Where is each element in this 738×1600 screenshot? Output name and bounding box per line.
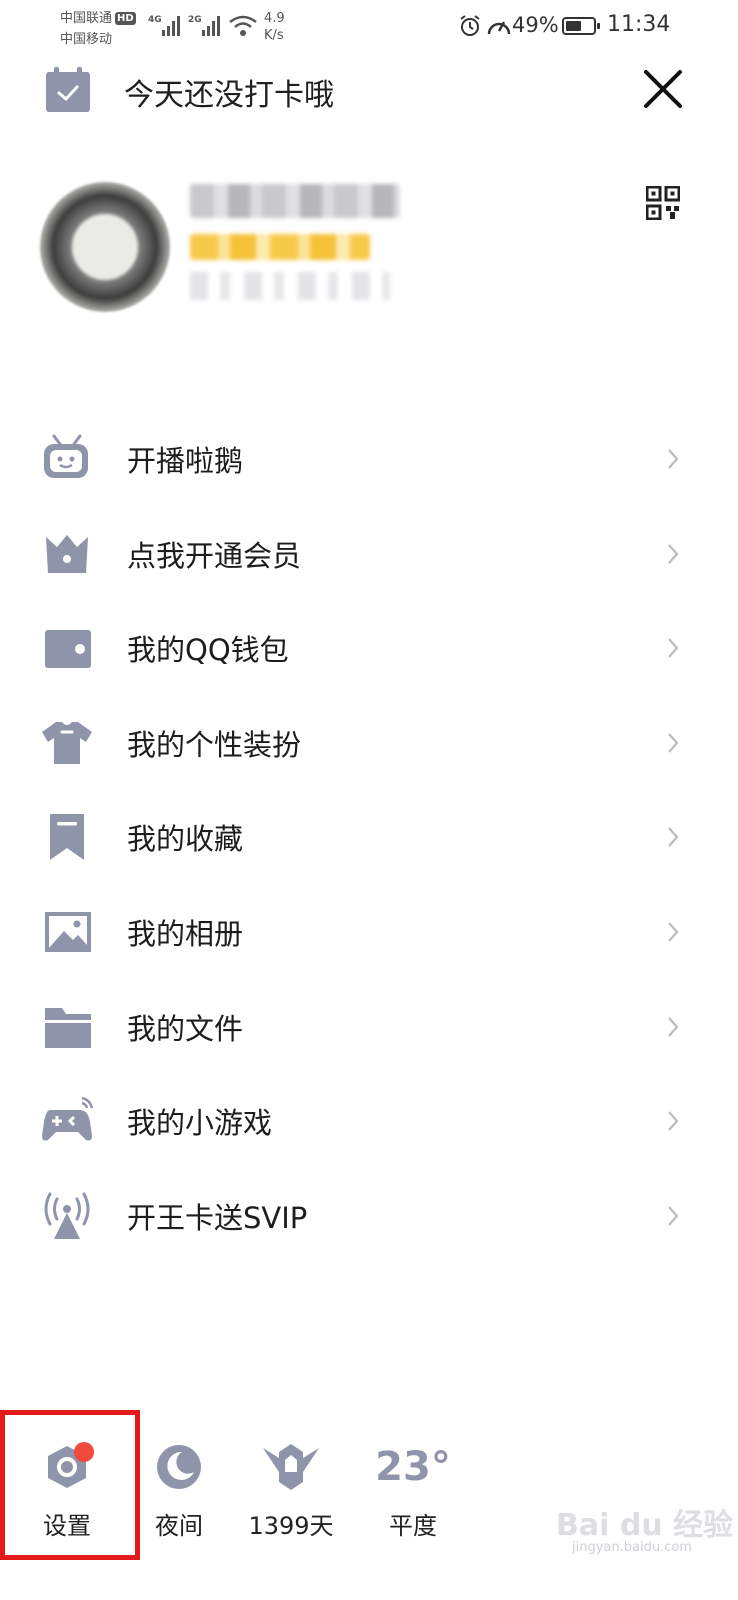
menu-item-album[interactable]: 我的相册 <box>0 885 738 980</box>
username-blurred[interactable] <box>190 184 400 218</box>
close-icon[interactable] <box>640 66 686 112</box>
weather-button[interactable]: 23° 平度 <box>358 1440 468 1560</box>
battery-fill <box>566 21 581 31</box>
menu-label: 我的个性装扮 <box>127 727 302 762</box>
moon-icon <box>157 1445 201 1489</box>
menu-label: 开播啦鹅 <box>127 444 244 478</box>
network-speed: 4.9 K/s <box>264 10 285 44</box>
wifi-icon <box>229 15 257 36</box>
chevron-right-icon <box>668 543 679 564</box>
calendar-check-icon[interactable] <box>44 66 92 114</box>
qq-age-label: 1399天 <box>248 1512 334 1540</box>
folder-icon <box>45 1007 91 1048</box>
watermark-logo: Bai du 经验 <box>556 1508 734 1543</box>
tv-robot-icon <box>44 434 88 478</box>
qr-code-icon[interactable] <box>646 186 680 220</box>
checkin-status-text[interactable]: 今天还没打卡哦 <box>124 70 334 114</box>
net-label-1: 4G <box>148 15 162 25</box>
signal-4g-icon: 4G <box>148 15 180 36</box>
menu-label: 我的文件 <box>127 1011 244 1046</box>
signal-tower-icon <box>44 1192 90 1239</box>
gamepad-icon <box>42 1096 94 1141</box>
crown-bag-icon <box>46 534 88 573</box>
menu-item-favorites[interactable]: 我的收藏 <box>0 790 738 885</box>
speed-value: 4.9 <box>264 11 285 26</box>
menu-item-kingcard[interactable]: 开王卡送SVIP <box>0 1169 738 1264</box>
photo-icon <box>45 911 91 952</box>
menu-label: 我的QQ钱包 <box>127 633 289 668</box>
clock: 11:34 <box>607 12 671 37</box>
highlight-box <box>0 1410 140 1560</box>
carrier-1: 中国联通 <box>60 11 113 26</box>
menu-label: 点我开通会员 <box>127 538 302 573</box>
net-label-2: 2G <box>188 15 202 25</box>
chevron-right-icon <box>668 922 679 942</box>
watermark-url: jingyan.baidu.com <box>572 1540 692 1555</box>
menu-item-theme[interactable]: 我的个性装扮 <box>0 696 738 791</box>
night-mode-button[interactable]: 夜间 <box>124 1440 234 1560</box>
carrier-info: 中国联通 HD 中国移动 <box>60 8 136 50</box>
menu-list: 开播啦鹅 点我开通会员 我的QQ钱包 我的个性装扮 我的收藏 我的相册 我的文件… <box>0 412 738 1263</box>
night-mode-label: 夜间 <box>155 1512 203 1540</box>
status-bar: 中国联通 HD 中国移动 4G 2G 4.9 K/s 49% 11:34 <box>0 0 738 56</box>
signal-2g-icon: 2G <box>188 15 220 36</box>
menu-item-vip[interactable]: 点我开通会员 <box>0 507 738 602</box>
speedometer-icon <box>487 21 511 35</box>
signature-blurred <box>190 272 390 300</box>
menu-item-wallet[interactable]: 我的QQ钱包 <box>0 601 738 696</box>
chevron-right-icon <box>668 1111 679 1131</box>
menu-item-files[interactable]: 我的文件 <box>0 980 738 1075</box>
chevron-right-icon <box>668 449 679 469</box>
battery-percent: 49% <box>512 13 559 37</box>
bookmark-icon <box>50 814 84 861</box>
menu-label: 我的收藏 <box>127 822 244 857</box>
tshirt-icon <box>42 721 92 764</box>
menu-label: 我的相册 <box>127 916 244 951</box>
menu-item-minigames[interactable]: 我的小游戏 <box>0 1074 738 1169</box>
avatar[interactable] <box>40 182 170 312</box>
menu-label: 我的小游戏 <box>127 1106 273 1141</box>
alarm-icon <box>460 15 480 36</box>
weather-temperature: 23° <box>375 1444 451 1490</box>
chevron-right-icon <box>668 1206 679 1226</box>
vip-badges-blurred[interactable] <box>190 234 370 260</box>
battery-icon <box>562 17 600 35</box>
qq-age-button[interactable]: 1399天 <box>236 1440 346 1560</box>
menu-item-live[interactable]: 开播啦鹅 <box>0 412 738 507</box>
weather-location: 平度 <box>389 1512 437 1540</box>
menu-label: 开王卡送SVIP <box>127 1200 308 1235</box>
winged-badge-icon <box>263 1444 319 1490</box>
hd-badge: HD <box>115 12 136 25</box>
chevron-right-icon <box>668 827 679 848</box>
speed-unit: K/s <box>264 28 284 43</box>
wallet-icon <box>45 630 91 669</box>
chevron-right-icon <box>668 638 679 658</box>
chevron-right-icon <box>668 1016 679 1037</box>
chevron-right-icon <box>668 733 679 753</box>
carrier-2: 中国移动 <box>60 32 113 47</box>
